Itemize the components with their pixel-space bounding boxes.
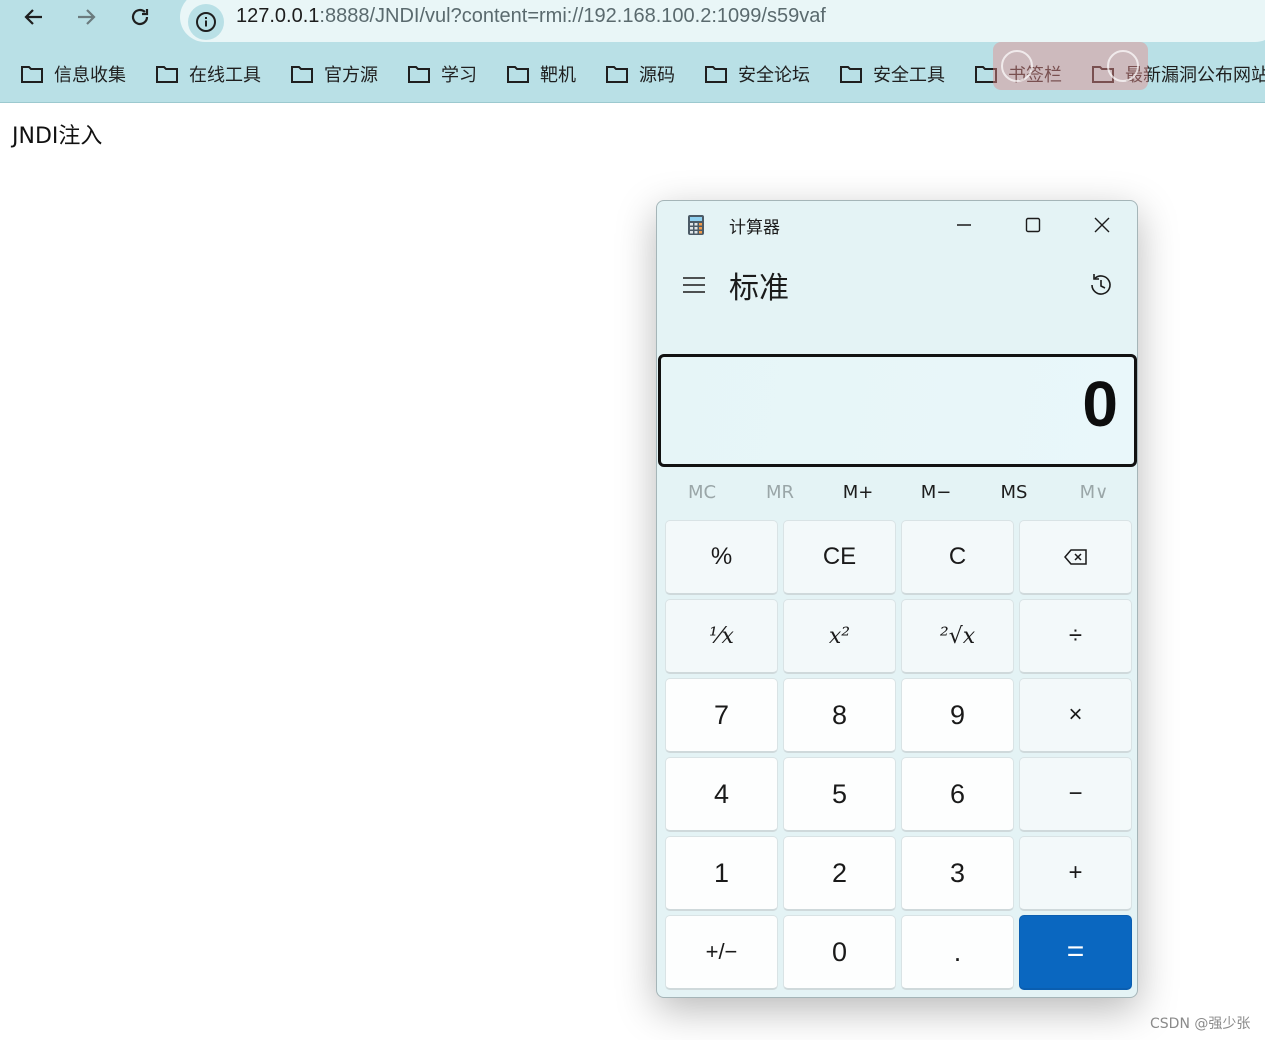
digit-8-button[interactable]: 8 bbox=[783, 678, 896, 753]
back-button[interactable] bbox=[14, 0, 54, 34]
window-title: 计算器 bbox=[729, 218, 780, 238]
bookmark-label: 官方源 bbox=[324, 65, 378, 86]
divide-button[interactable]: ÷ bbox=[1019, 599, 1132, 674]
backspace-button[interactable] bbox=[1019, 520, 1132, 595]
menu-icon[interactable] bbox=[681, 271, 707, 299]
display-value: 0 bbox=[1082, 368, 1118, 440]
magic-wand-icon bbox=[1055, 50, 1087, 82]
bookmark-folder[interactable]: 安全论坛 bbox=[704, 56, 810, 92]
bookmark-folder[interactable]: 靶机 bbox=[506, 56, 576, 92]
reload-icon bbox=[131, 8, 149, 26]
watermark: CSDN @强少张 bbox=[1150, 1016, 1251, 1032]
percent-button[interactable]: % bbox=[665, 520, 778, 595]
forward-button[interactable] bbox=[66, 0, 106, 34]
equals-button[interactable]: = bbox=[1019, 915, 1132, 990]
bookmark-label: 靶机 bbox=[540, 65, 576, 86]
bookmark-label: 在线工具 bbox=[189, 65, 261, 86]
memory-list-button[interactable]: M∨ bbox=[1055, 477, 1133, 509]
calculator-app-icon bbox=[688, 215, 704, 235]
result-display: 0 bbox=[658, 354, 1137, 467]
clear-entry-button[interactable]: CE bbox=[783, 520, 896, 595]
memory-recall-button[interactable]: MR bbox=[741, 477, 819, 509]
url-text[interactable]: 127.0.0.1:8888/JNDI/vul?content=rmi://19… bbox=[236, 2, 826, 30]
digit-3-button[interactable]: 3 bbox=[901, 836, 1014, 911]
extension-overlay[interactable] bbox=[993, 42, 1148, 90]
memory-store-button[interactable]: MS bbox=[975, 477, 1053, 509]
digit-7-button[interactable]: 7 bbox=[665, 678, 778, 753]
ai-icon bbox=[1001, 50, 1033, 82]
square-label: x² bbox=[828, 623, 851, 649]
digit-4-button[interactable]: 4 bbox=[665, 757, 778, 832]
clear-button[interactable]: C bbox=[901, 520, 1014, 595]
subtract-button[interactable]: − bbox=[1019, 757, 1132, 832]
minimize-button[interactable] bbox=[941, 205, 987, 245]
reciprocal-label: ¹⁄x bbox=[709, 623, 734, 649]
browser-toolbar: 127.0.0.1:8888/JNDI/vul?content=rmi://19… bbox=[0, 0, 1265, 103]
maximize-icon bbox=[1025, 217, 1041, 233]
folder-icon bbox=[606, 66, 628, 83]
minimize-icon bbox=[957, 224, 971, 226]
digit-2-button[interactable]: 2 bbox=[783, 836, 896, 911]
multiply-button[interactable]: × bbox=[1019, 678, 1132, 753]
backspace-icon bbox=[1063, 549, 1087, 565]
page-heading: JNDI注入 bbox=[12, 124, 103, 149]
folder-icon bbox=[156, 66, 178, 83]
folder-icon bbox=[21, 66, 43, 83]
mode-title: 标准 bbox=[729, 271, 789, 306]
bookmark-folder[interactable]: 官方源 bbox=[290, 56, 378, 92]
folder-icon bbox=[705, 66, 727, 83]
url-path: :8888/JNDI/vul?content=rmi://192.168.100… bbox=[319, 5, 826, 27]
bookmark-folder[interactable]: 信息收集 bbox=[20, 56, 126, 92]
folder-icon bbox=[408, 66, 430, 83]
folder-icon bbox=[840, 66, 862, 83]
folder-icon bbox=[291, 66, 313, 83]
bookmark-folder[interactable]: 安全工具 bbox=[839, 56, 945, 92]
close-icon bbox=[1094, 217, 1110, 233]
arrow-right-icon bbox=[78, 9, 96, 25]
site-info-button[interactable] bbox=[188, 4, 224, 40]
bookmark-label: 安全论坛 bbox=[738, 65, 810, 86]
reciprocal-button[interactable]: ¹⁄x bbox=[665, 599, 778, 674]
bookmark-folder[interactable]: 源码 bbox=[605, 56, 675, 92]
digit-1-button[interactable]: 1 bbox=[665, 836, 778, 911]
decimal-button[interactable]: . bbox=[901, 915, 1014, 990]
square-root-button[interactable]: ²√x bbox=[901, 599, 1014, 674]
title-bar[interactable]: 计算器 bbox=[657, 201, 1137, 249]
address-bar[interactable]: 127.0.0.1:8888/JNDI/vul?content=rmi://19… bbox=[180, 0, 1265, 42]
bookmark-label: 安全工具 bbox=[873, 65, 945, 86]
bookmark-label: 学习 bbox=[441, 65, 477, 86]
bookmark-folder[interactable]: 学习 bbox=[407, 56, 477, 92]
square-root-label: ²√x bbox=[939, 623, 976, 649]
memory-add-button[interactable]: M+ bbox=[819, 477, 897, 509]
history-icon[interactable] bbox=[1087, 271, 1115, 299]
square-button[interactable]: x² bbox=[783, 599, 896, 674]
add-button[interactable]: + bbox=[1019, 836, 1132, 911]
arrow-left-icon bbox=[24, 9, 42, 25]
info-icon bbox=[196, 12, 216, 32]
folder-icon bbox=[507, 66, 529, 83]
maximize-button[interactable] bbox=[1010, 205, 1056, 245]
close-button[interactable] bbox=[1079, 205, 1125, 245]
digit-9-button[interactable]: 9 bbox=[901, 678, 1014, 753]
bookmark-folder[interactable]: 在线工具 bbox=[155, 56, 261, 92]
reload-button[interactable] bbox=[120, 0, 160, 34]
digit-5-button[interactable]: 5 bbox=[783, 757, 896, 832]
negate-button[interactable]: +/− bbox=[665, 915, 778, 990]
chat-icon bbox=[1107, 50, 1139, 82]
digit-6-button[interactable]: 6 bbox=[901, 757, 1014, 832]
digit-0-button[interactable]: 0 bbox=[783, 915, 896, 990]
memory-subtract-button[interactable]: M− bbox=[897, 477, 975, 509]
bookmark-label: 源码 bbox=[639, 65, 675, 86]
bookmark-label: 信息收集 bbox=[54, 65, 126, 86]
url-host: 127.0.0.1 bbox=[236, 5, 320, 27]
calculator-window: 计算器 标准 0 MC MR M+ M− MS M∨ % CE C ¹⁄x x² bbox=[656, 200, 1138, 998]
memory-clear-button[interactable]: MC bbox=[663, 477, 741, 509]
memory-row: MC MR M+ M− MS M∨ bbox=[657, 477, 1137, 509]
